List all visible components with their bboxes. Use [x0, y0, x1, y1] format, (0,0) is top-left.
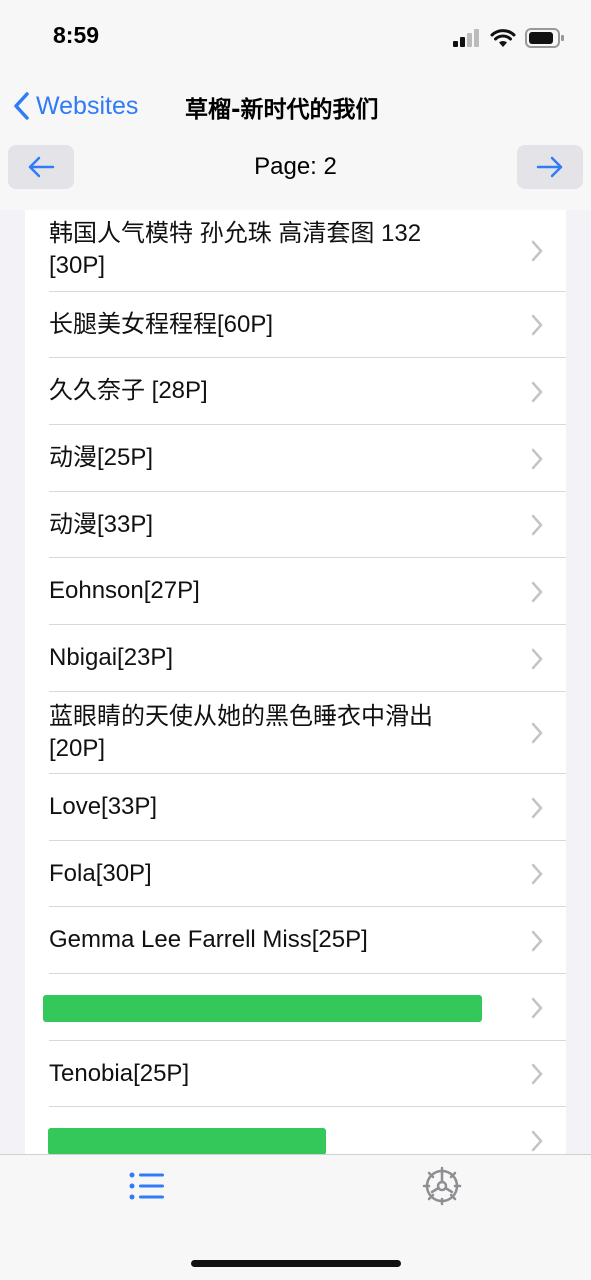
redacted-title	[43, 995, 482, 1022]
chevron-right-icon	[531, 1063, 543, 1085]
gear-icon	[422, 1166, 462, 1206]
redacted-title	[48, 1128, 326, 1154]
chevron-right-icon	[531, 997, 543, 1019]
list-item[interactable]	[25, 1107, 566, 1154]
chevron-right-icon	[531, 1130, 543, 1152]
cellular-signal-icon	[453, 29, 479, 47]
chevron-left-icon	[14, 92, 29, 120]
pager: Page: 2	[0, 136, 591, 210]
list-item-title: 长腿美女程程程[60P]	[49, 311, 274, 338]
list-icon	[129, 1172, 164, 1200]
chevron-right-icon	[531, 581, 543, 603]
home-indicator	[191, 1260, 401, 1267]
chevron-right-icon	[531, 863, 543, 885]
list-item[interactable]: Eohnson[27P]	[25, 558, 566, 625]
list-item-title: 韩国人气模特 孙允珠 高清套图 132 [30P]	[49, 220, 422, 279]
list-item-title: 久久奈子 [28P]	[49, 377, 208, 404]
navigation-bar: Websites 草榴-新时代的我们	[0, 76, 591, 136]
status-time: 8:59	[53, 22, 100, 48]
battery-icon	[525, 28, 564, 48]
list-item-title: 动漫[33P]	[49, 511, 154, 538]
chevron-right-icon	[531, 648, 543, 670]
back-button-label: Websites	[36, 91, 139, 120]
page-indicator: Page: 2	[254, 153, 337, 180]
list-item[interactable]: Gemma Lee Farrell Miss[25P]	[25, 907, 566, 974]
chevron-right-icon	[531, 240, 543, 262]
list-item[interactable]: Fola[30P]	[25, 841, 566, 907]
tab-list[interactable]	[117, 1161, 177, 1211]
list-item-title: 蓝眼睛的天使从她的黑色睡衣中滑出 [20P]	[49, 703, 433, 762]
gallery-list: 韩国人气模特 孙允珠 高清套图 132 [30P] 长腿美女程程程[60P] 久…	[25, 210, 566, 1154]
list-item-title: Tenobia[25P]	[49, 1060, 190, 1087]
back-button[interactable]: Websites	[12, 84, 138, 128]
list-item[interactable]: 蓝眼睛的天使从她的黑色睡衣中滑出 [20P]	[25, 692, 566, 774]
list-item[interactable]: Love[33P]	[25, 774, 566, 841]
tab-settings[interactable]	[412, 1161, 472, 1211]
wifi-icon	[490, 28, 516, 47]
list-item-title: 动漫[25P]	[49, 444, 154, 471]
list-item[interactable]: 久久奈子 [28P]	[25, 358, 566, 425]
next-page-button[interactable]	[517, 145, 583, 189]
chevron-right-icon	[531, 381, 543, 403]
status-bar: 8:59	[0, 0, 591, 76]
chevron-right-icon	[531, 314, 543, 336]
list-item[interactable]: 长腿美女程程程[60P]	[25, 292, 566, 358]
list-item-title: Love[33P]	[49, 793, 158, 820]
arrow-right-icon	[536, 156, 563, 178]
chevron-right-icon	[531, 448, 543, 470]
chevron-right-icon	[531, 514, 543, 536]
list-item[interactable]: 动漫[25P]	[25, 425, 566, 492]
chevron-right-icon	[531, 722, 543, 744]
list-item-title: Fola[30P]	[49, 860, 152, 887]
list-item[interactable]: Tenobia[25P]	[25, 1041, 566, 1107]
list-item[interactable]: 韩国人气模特 孙允珠 高清套图 132 [30P]	[25, 210, 566, 292]
list-item-title: Eohnson[27P]	[49, 577, 200, 604]
list-item[interactable]	[25, 974, 566, 1041]
list-item[interactable]: Nbigai[23P]	[25, 625, 566, 692]
chevron-right-icon	[531, 797, 543, 819]
list-item-title: Nbigai[23P]	[49, 644, 174, 671]
list-item[interactable]: 动漫[33P]	[25, 492, 566, 558]
page-title: 草榴-新时代的我们	[185, 97, 379, 123]
status-icons	[453, 26, 565, 50]
chevron-right-icon	[531, 930, 543, 952]
list-item-title: Gemma Lee Farrell Miss[25P]	[49, 926, 368, 953]
